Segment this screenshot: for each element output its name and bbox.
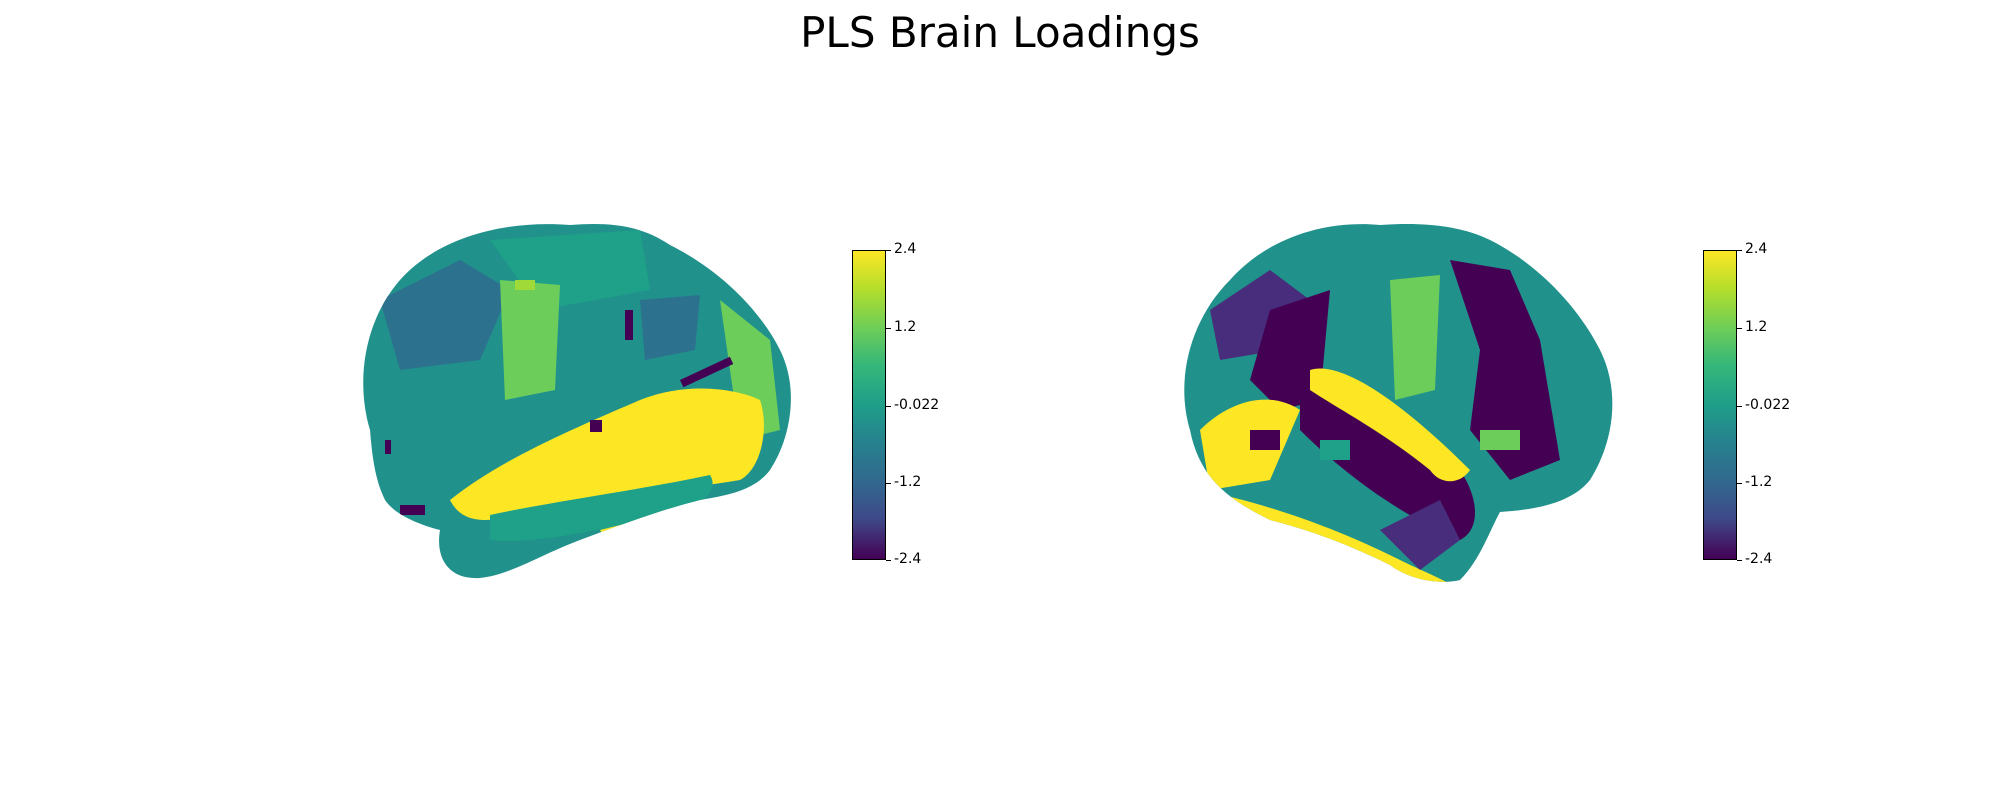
colorbar-tick-label: -2.4 xyxy=(1745,551,1773,567)
colorbar-tick-label: -0.022 xyxy=(894,397,940,413)
colorbar-tick-label: 2.4 xyxy=(894,241,917,257)
colorbar-tick-label: 2.4 xyxy=(1745,241,1768,257)
region-central xyxy=(1390,275,1440,400)
spot-3 xyxy=(1320,440,1350,460)
colorbar-right xyxy=(1703,250,1737,560)
spot-1 xyxy=(625,310,633,340)
colorbar-tick-mark xyxy=(886,406,891,407)
colorbar-tick-mark xyxy=(886,328,891,329)
spot-6 xyxy=(515,280,535,290)
colorbar-gradient xyxy=(853,251,885,559)
region-parietal xyxy=(640,295,700,360)
colorbar-tick-label: -2.4 xyxy=(894,551,922,567)
spot-2 xyxy=(1480,430,1520,450)
region-precentral xyxy=(500,280,560,400)
spot-1 xyxy=(1250,430,1280,450)
brain-view-left xyxy=(340,200,810,600)
colorbar-gradient xyxy=(1704,251,1736,559)
spot-3 xyxy=(590,420,602,432)
colorbar-tick-mark xyxy=(1737,483,1742,484)
colorbar-tick-label: 1.2 xyxy=(1745,319,1768,335)
colorbar-tick-mark xyxy=(886,560,891,561)
right-hemisphere-surface xyxy=(1184,223,1613,582)
figure-title: PLS Brain Loadings xyxy=(800,8,1200,57)
colorbar-tick-mark xyxy=(886,483,891,484)
colorbar-tick-label: 1.2 xyxy=(894,319,917,335)
colorbar-tick-mark xyxy=(886,250,891,251)
colorbar-tick-label: -0.022 xyxy=(1745,397,1791,413)
colorbar-tick-mark xyxy=(1737,328,1742,329)
colorbar-tick-mark xyxy=(1737,560,1742,561)
colorbar-left xyxy=(852,250,886,560)
spot-4 xyxy=(400,505,425,515)
colorbar-tick-mark xyxy=(1737,250,1742,251)
colorbar-tick-label: -1.2 xyxy=(894,474,922,490)
left-hemisphere-surface xyxy=(363,224,791,579)
brain-view-right xyxy=(1160,200,1630,600)
colorbar-tick-label: -1.2 xyxy=(1745,474,1773,490)
colorbar-tick-mark xyxy=(1737,406,1742,407)
spot-5 xyxy=(385,440,391,454)
